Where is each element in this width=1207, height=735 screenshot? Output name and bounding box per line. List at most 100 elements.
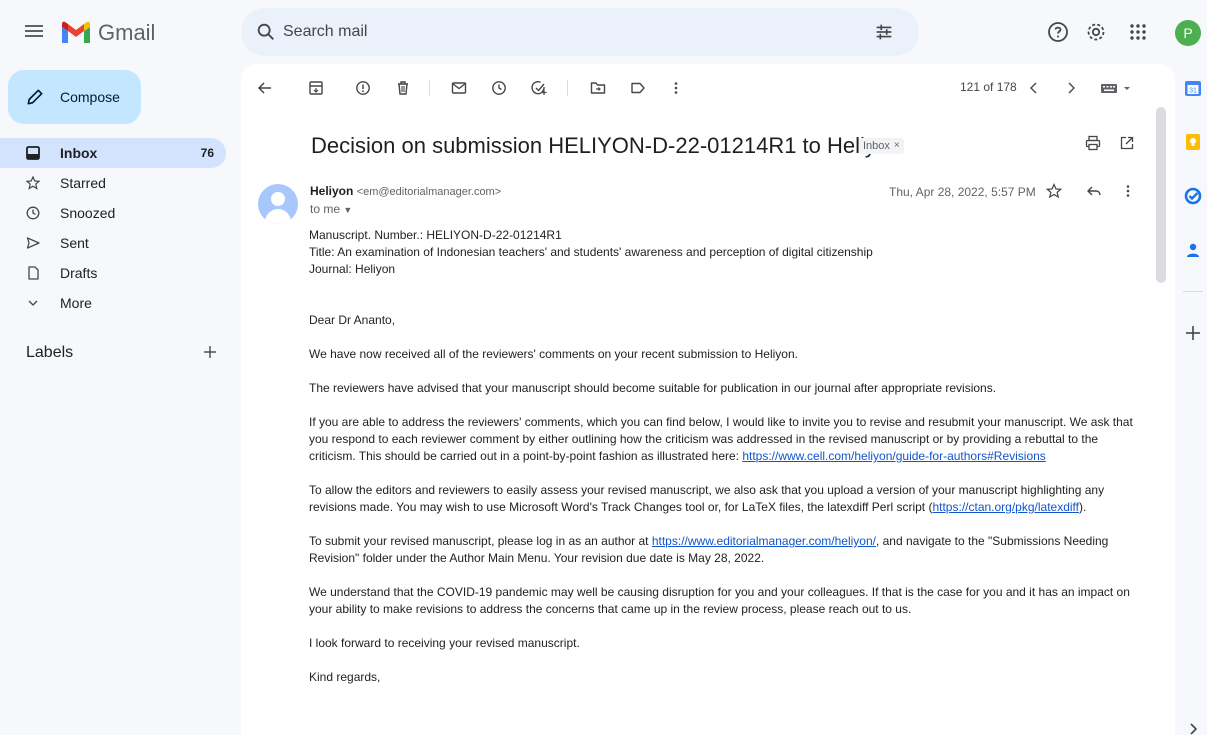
reply-icon[interactable] — [1084, 181, 1104, 201]
help-icon[interactable] — [1046, 20, 1070, 44]
vertical-scrollbar[interactable] — [1156, 107, 1166, 283]
remove-label-icon[interactable]: × — [894, 138, 900, 154]
keep-notes-icon[interactable] — [1183, 132, 1203, 152]
email-toolbar: 121 of 178 — [241, 64, 1175, 112]
sidebar-item-label: Drafts — [60, 265, 98, 281]
gmail-logo[interactable]: Gmail — [60, 20, 155, 46]
star-email-icon[interactable] — [1044, 181, 1064, 201]
expand-side-panel-icon[interactable] — [1183, 720, 1203, 735]
toolbar-divider — [429, 80, 430, 96]
latexdiff-link[interactable]: https://ctan.org/pkg/latexdiff — [932, 500, 1079, 514]
search-input[interactable] — [283, 8, 843, 56]
gmail-logo-icon — [62, 21, 90, 43]
apps-grid-icon[interactable] — [1126, 20, 1150, 44]
paragraph-6: We understand that the COVID-19 pandemic… — [309, 585, 1130, 616]
pencil-icon — [27, 89, 43, 105]
paragraph-5: To submit your revised manuscript, pleas… — [309, 533, 1139, 567]
delete-trash-icon[interactable] — [393, 78, 413, 98]
editorial-manager-link[interactable]: https://www.editorialmanager.com/heliyon… — [652, 534, 876, 548]
clock-icon — [26, 206, 40, 220]
chevron-down-icon — [26, 296, 40, 310]
compose-button[interactable]: Compose — [8, 70, 141, 124]
sidebar-nav: Inbox 76 Starred Snoozed Sent Drafts Mor… — [0, 138, 234, 318]
search-options-icon[interactable] — [873, 21, 895, 43]
toolbar-divider — [567, 80, 568, 96]
sidebar-item-label: Starred — [60, 175, 106, 191]
add-label-icon[interactable] — [200, 342, 220, 362]
mark-unread-mail-icon[interactable] — [449, 78, 469, 98]
main-menu-button[interactable] — [22, 20, 46, 44]
search-bar[interactable] — [241, 8, 919, 56]
paragraph-2: The reviewers have advised that your man… — [309, 381, 997, 395]
unread-count: 76 — [200, 146, 214, 160]
paragraph-4: To allow the editors and reviewers to ea… — [309, 482, 1139, 516]
newer-chevron-left-icon[interactable] — [1024, 78, 1044, 98]
revisions-guide-link[interactable]: https://www.cell.com/heliyon/guide-for-a… — [742, 449, 1045, 463]
send-icon — [26, 236, 40, 250]
sidebar-item-snoozed[interactable]: Snoozed — [0, 198, 226, 228]
snooze-clock-icon[interactable] — [489, 78, 509, 98]
account-avatar[interactable]: P — [1175, 20, 1201, 46]
app-name: Gmail — [98, 20, 156, 45]
sidebar-item-label: Inbox — [60, 145, 98, 161]
sidebar-item-sent[interactable]: Sent — [0, 228, 226, 258]
report-spam-icon[interactable] — [353, 78, 373, 98]
paragraph-7: I look forward to receiving your revised… — [309, 636, 580, 650]
sidebar-item-label: More — [60, 295, 92, 311]
inbox-label-chip[interactable]: Inbox × — [859, 138, 904, 154]
label-chip-text: Inbox — [863, 140, 890, 152]
email-subject: Decision on submission HELIYON-D-22-0121… — [311, 133, 901, 158]
older-chevron-right-icon[interactable] — [1061, 78, 1081, 98]
manuscript-number: Manuscript. Number.: HELIYON-D-22-01214R… — [309, 228, 562, 242]
back-arrow-icon[interactable] — [255, 78, 275, 98]
manuscript-title: Title: An examination of Indonesian teac… — [309, 245, 873, 259]
recipient-text: to me — [310, 202, 341, 216]
paragraph-3: If you are able to address the reviewers… — [309, 414, 1139, 465]
get-addons-plus-icon[interactable] — [1183, 323, 1203, 343]
email-date: Thu, Apr 28, 2022, 5:57 PM — [889, 185, 1036, 199]
sidebar-item-inbox[interactable]: Inbox 76 — [0, 138, 226, 168]
paragraph-1: We have now received all of the reviewer… — [309, 347, 798, 361]
labels-heading: Labels — [26, 344, 74, 361]
pagination-count: 121 of 178 — [960, 80, 1017, 94]
details-dropdown-icon[interactable]: ▼ — [343, 205, 352, 215]
sender-email: <em@editorialmanager.com> — [356, 186, 502, 198]
sidebar-item-label: Snoozed — [60, 205, 116, 221]
sidebar-item-more[interactable]: More — [0, 288, 226, 318]
sender-avatar[interactable] — [258, 184, 298, 224]
settings-gear-icon[interactable] — [1084, 20, 1108, 44]
email-body: Manuscript. Number.: HELIYON-D-22-01214R… — [309, 227, 1139, 686]
sign-off: Kind regards, — [309, 670, 381, 684]
recipient-details[interactable]: to me ▼ — [310, 202, 352, 216]
manuscript-journal: Journal: Heliyon — [309, 262, 396, 276]
star-icon — [26, 176, 40, 190]
message-more-options-icon[interactable] — [1118, 181, 1138, 201]
sender[interactable]: Heliyon <em@editorialmanager.com> — [310, 184, 501, 198]
paragraph-5-text: To submit your revised manuscript, pleas… — [309, 534, 652, 548]
tasks-icon[interactable] — [1183, 186, 1203, 206]
svg-text:31: 31 — [1189, 88, 1197, 95]
label-tag-icon[interactable] — [628, 78, 648, 98]
move-to-folder-icon[interactable] — [588, 78, 608, 98]
sidebar-item-label: Sent — [60, 235, 89, 251]
compose-label: Compose — [60, 89, 120, 105]
draft-icon — [26, 266, 40, 280]
calendar-icon[interactable]: 31 — [1183, 78, 1203, 98]
email-view: 121 of 178 Decision on submission HELIYO… — [241, 64, 1175, 735]
paragraph-4-end: ). — [1079, 500, 1087, 514]
side-panel-divider — [1183, 291, 1203, 292]
print-icon[interactable] — [1083, 133, 1103, 153]
inbox-icon — [26, 146, 40, 160]
contacts-icon[interactable] — [1183, 240, 1203, 260]
greeting: Dear Dr Ananto, — [309, 313, 396, 327]
open-new-window-icon[interactable] — [1117, 133, 1137, 153]
archive-icon[interactable] — [306, 78, 326, 98]
sidebar-item-starred[interactable]: Starred — [0, 168, 226, 198]
more-options-vertical-icon[interactable] — [666, 78, 686, 98]
top-bar: Gmail P — [0, 0, 1207, 64]
add-task-icon[interactable] — [529, 78, 549, 98]
input-tools-keyboard-icon[interactable] — [1099, 78, 1135, 98]
search-icon[interactable] — [255, 21, 277, 43]
sidebar-item-drafts[interactable]: Drafts — [0, 258, 226, 288]
sender-name: Heliyon — [310, 184, 354, 198]
